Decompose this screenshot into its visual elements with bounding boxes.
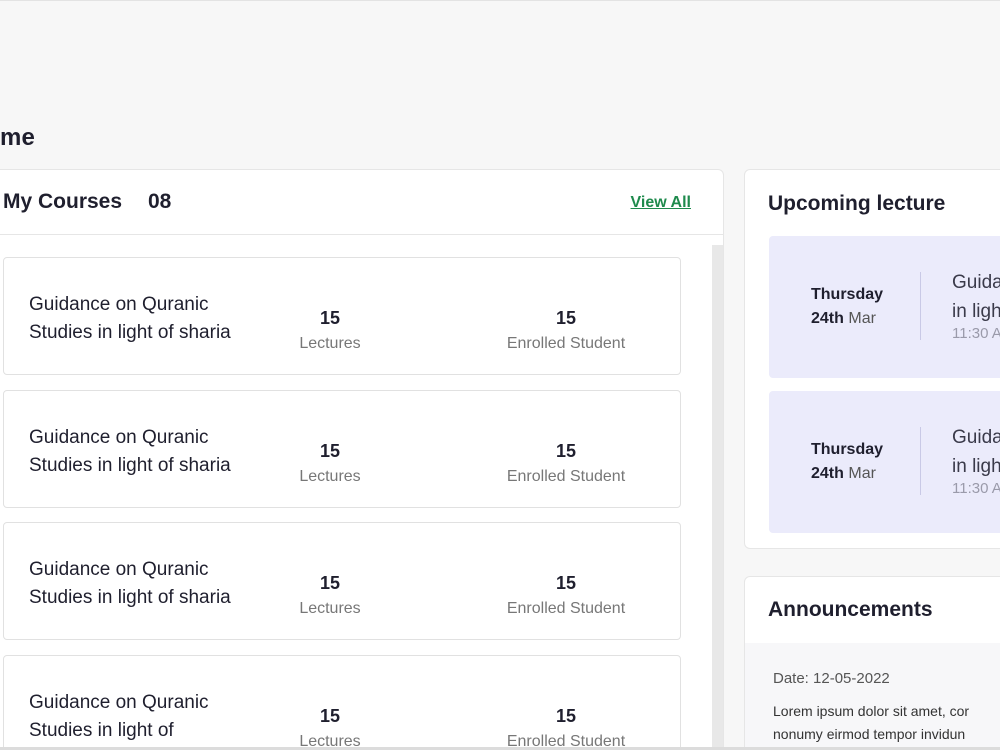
lecture-topic-line: Guida <box>952 427 1000 448</box>
lectures-count: 15 <box>319 308 341 328</box>
courses-count: 08 <box>148 190 172 213</box>
lecture-topic: Guida in ligh <box>952 268 1000 326</box>
top-divider <box>0 0 1000 2</box>
lectures-count: 15 <box>319 441 341 461</box>
courses-header: My Courses 08 View All <box>0 170 723 235</box>
enrolled-stat: 15 Enrolled Student <box>466 441 666 486</box>
announcement-text: Lorem ipsum dolor sit amet, cor nonumy e… <box>773 700 1000 746</box>
lecture-month: Mar <box>848 465 876 482</box>
announcements-title: Announcements <box>768 598 933 621</box>
enrolled-label: Enrolled Student <box>506 600 626 617</box>
course-name: Guidance on Quranic Studies in light of <box>29 692 209 741</box>
announcement-text-line: Lorem ipsum dolor sit amet, cor <box>773 703 970 719</box>
enrolled-stat: 15 Enrolled Student <box>466 706 666 750</box>
lecture-topic-line: in ligh <box>952 456 1000 477</box>
view-all-link[interactable]: View All <box>631 194 691 212</box>
lecture-date: 24th Mar <box>811 465 876 483</box>
lecture-month: Mar <box>848 310 876 327</box>
courses-title: My Courses <box>3 190 123 213</box>
lecture-item[interactable]: Thursday 24th Mar Guida in ligh 11:30 A <box>769 236 1000 378</box>
lectures-stat: 15 Lectures <box>230 573 430 618</box>
lecture-date-num: 24th <box>811 465 844 482</box>
lectures-stat: 15 Lectures <box>230 308 430 353</box>
course-name: Guidance on Quranic Studies in light of … <box>29 559 231 608</box>
courses-scrollbar[interactable] <box>712 245 723 750</box>
lecture-divider <box>920 272 921 340</box>
lectures-label: Lectures <box>299 600 361 617</box>
page-title: me <box>0 124 36 151</box>
announcement-item[interactable]: Date: 12-05-2022 Lorem ipsum dolor sit a… <box>745 643 1000 750</box>
lecture-item[interactable]: Thursday 24th Mar Guida in ligh 11:30 A <box>769 391 1000 533</box>
enrolled-count: 15 <box>555 706 577 726</box>
lecture-topic-line: Guida <box>952 272 1000 293</box>
announcement-text-line: nonumy eirmod tempor invidun <box>773 726 966 742</box>
lecture-date: 24th Mar <box>811 310 876 328</box>
lecture-date-num: 24th <box>811 310 844 327</box>
enrolled-count: 15 <box>555 573 577 593</box>
lecture-time: 11:30 A <box>952 480 1000 497</box>
lectures-count: 15 <box>319 573 341 593</box>
enrolled-stat: 15 Enrolled Student <box>466 308 666 353</box>
lecture-time: 11:30 A <box>952 325 1000 342</box>
announcements-card: Announcements Date: 12-05-2022 Lorem ips… <box>744 576 1000 750</box>
upcoming-lecture-card: Upcoming lecture Thursday 24th Mar Guida… <box>744 169 1000 549</box>
lectures-count: 15 <box>319 706 341 726</box>
announcement-date: Date: 12-05-2022 <box>773 670 890 687</box>
lecture-divider <box>920 427 921 495</box>
course-name: Guidance on Quranic Studies in light of … <box>29 294 231 343</box>
lectures-stat: 15 Lectures <box>230 706 430 750</box>
lectures-label: Lectures <box>299 468 361 485</box>
course-name: Guidance on Quranic Studies in light of … <box>29 427 231 476</box>
course-row[interactable]: Guidance on Quranic Studies in light of … <box>3 655 681 750</box>
enrolled-count: 15 <box>555 441 577 461</box>
my-courses-card: My Courses 08 View All Guidance on Quran… <box>0 169 724 750</box>
course-row[interactable]: Guidance on Quranic Studies in light of … <box>3 257 681 375</box>
lecture-day: Thursday <box>811 441 884 458</box>
upcoming-title: Upcoming lecture <box>768 192 946 215</box>
enrolled-label: Enrolled Student <box>506 468 626 485</box>
lecture-topic-line: in ligh <box>952 301 1000 322</box>
lecture-topic: Guida in ligh <box>952 423 1000 481</box>
lectures-label: Lectures <box>299 335 361 352</box>
lectures-stat: 15 Lectures <box>230 441 430 486</box>
course-row[interactable]: Guidance on Quranic Studies in light of … <box>3 390 681 508</box>
enrolled-count: 15 <box>555 308 577 328</box>
course-row[interactable]: Guidance on Quranic Studies in light of … <box>3 522 681 640</box>
enrolled-label: Enrolled Student <box>506 335 626 352</box>
enrolled-stat: 15 Enrolled Student <box>466 573 666 618</box>
lecture-day: Thursday <box>811 286 884 303</box>
